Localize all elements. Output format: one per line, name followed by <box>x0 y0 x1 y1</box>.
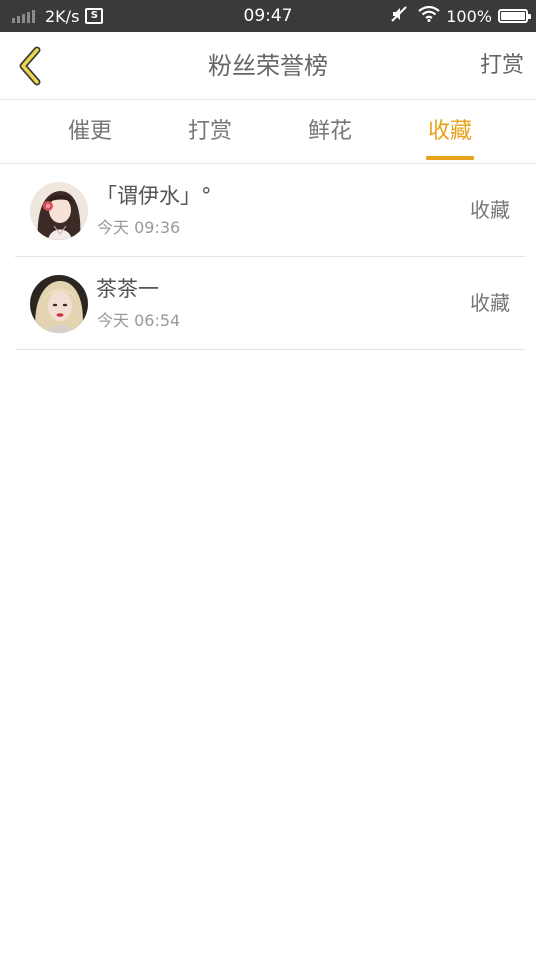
chevron-left-icon <box>19 46 41 86</box>
tab-label: 鲜花 <box>307 119 352 144</box>
active-tab-indicator <box>426 156 474 160</box>
tab-label: 催更 <box>67 119 112 144</box>
tab-bar: 催更 打赏 鲜花 收藏 <box>0 101 536 164</box>
reward-button[interactable]: 打赏 <box>480 32 524 100</box>
battery-icon <box>498 9 531 23</box>
status-bar: 2K/s S 09:47 100% <box>0 0 536 32</box>
divider <box>15 256 525 257</box>
avatar[interactable] <box>30 182 88 240</box>
timestamp: 今天 09:36 <box>97 218 181 237</box>
mute-icon <box>390 5 408 27</box>
app-header: 粉丝荣誉榜 打赏 <box>0 32 536 100</box>
timestamp: 今天 06:54 <box>97 311 181 330</box>
tab-label: 打赏 <box>187 119 232 144</box>
list-item[interactable]: 「谓伊水」° 今天 09:36 收藏 <box>0 165 536 257</box>
signal-icon <box>12 9 37 23</box>
screenshot-s-icon: S <box>85 8 104 24</box>
tab-label: 收藏 <box>427 119 472 144</box>
action-label: 收藏 <box>470 198 510 222</box>
page-title: 粉丝荣誉榜 <box>208 52 328 80</box>
action-label: 收藏 <box>470 291 510 315</box>
status-bar-right: 100% <box>390 0 531 32</box>
battery-percent: 100% <box>446 6 492 26</box>
network-speed: 2K/s <box>45 6 80 26</box>
tab-favorites[interactable]: 收藏 <box>390 101 510 164</box>
list-item[interactable]: 茶茶一 今天 06:54 收藏 <box>0 258 536 350</box>
nickname: 「谓伊水」° <box>96 184 212 208</box>
status-bar-left: 2K/s S <box>12 0 104 32</box>
tab-flowers[interactable]: 鲜花 <box>270 101 390 164</box>
divider <box>15 349 525 350</box>
wifi-icon <box>418 5 440 26</box>
nickname: 茶茶一 <box>96 277 159 301</box>
back-button[interactable] <box>10 46 50 86</box>
tab-urge[interactable]: 催更 <box>30 101 150 164</box>
tab-reward[interactable]: 打赏 <box>150 101 270 164</box>
avatar[interactable] <box>30 275 88 333</box>
